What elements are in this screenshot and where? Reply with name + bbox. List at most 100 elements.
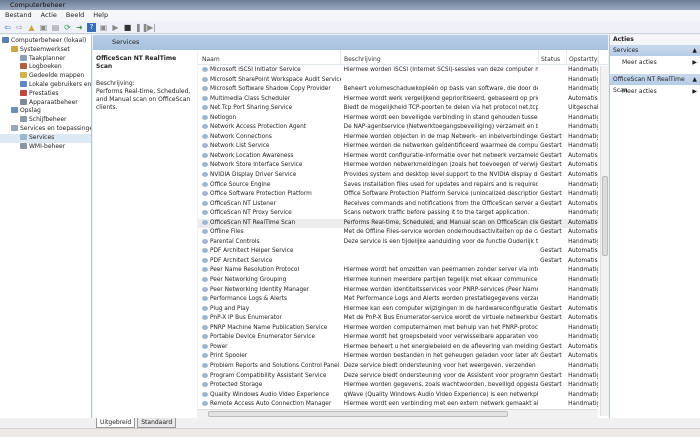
service-row[interactable]: Microsoft iSCSI Initiator Service Hiermee…: [198, 66, 598, 76]
service-row[interactable]: Print Spooler Hiermee worden bestanden in…: [198, 352, 598, 362]
tree-item[interactable]: Prestaties: [0, 89, 91, 99]
service-row[interactable]: Power Hiermee beheert u het energiebeleid…: [198, 343, 598, 353]
tree-item[interactable]: WMI-beheer: [0, 142, 91, 152]
actions-section-services[interactable]: Services ▲: [610, 45, 700, 56]
column-header-opstarttype[interactable]: Opstarttype: [567, 50, 599, 64]
tree-item[interactable]: Opslag: [0, 107, 91, 116]
service-startup-type: Automatisch: [568, 200, 598, 207]
tree-item[interactable]: Services: [0, 133, 91, 143]
service-row[interactable]: Peer Networking Grouping Hiermee kunnen m…: [198, 276, 598, 286]
service-startup-type: Handmatig: [568, 133, 598, 140]
service-name: Performance Logs & Alerts: [198, 295, 341, 305]
tree-item[interactable]: Apparaatbeheer: [0, 98, 91, 108]
service-name: OfficeScan NT RealTime Scan: [198, 219, 341, 229]
service-description: Hiermee worden de netwerken geïdentifice…: [343, 143, 539, 150]
tree-item[interactable]: Computerbeheer (lokaal): [0, 37, 91, 46]
service-row[interactable]: OfficeScan NT Proxy Service Scans network…: [198, 209, 598, 219]
service-row[interactable]: Quality Windows Audio Video Experience qW…: [198, 391, 598, 401]
back-icon[interactable]: ⇦: [3, 23, 12, 32]
service-row[interactable]: Network List Service Hiermee worden de ne…: [198, 142, 598, 152]
service-name: Peer Networking Grouping: [198, 276, 341, 286]
service-row[interactable]: Plug and Play Hiermee kan een computer wi…: [198, 305, 598, 315]
service-row[interactable]: OfficeScan NT Listener Receives commands …: [198, 200, 598, 210]
service-row[interactable]: Office Software Protection Platform Offic…: [198, 190, 598, 200]
service-name: OfficeScan NT Listener: [198, 200, 341, 210]
meer-acties-service[interactable]: Meer acties ▶: [610, 85, 700, 98]
service-row[interactable]: PDF Architect Service Gestart Automatisch: [198, 257, 598, 267]
tree-node-icon: [20, 54, 27, 61]
service-row[interactable]: Network Store Interface Service Hiermee w…: [198, 161, 598, 171]
service-row[interactable]: Protected Storage Hiermee worden gegevens…: [198, 381, 598, 391]
tree-item[interactable]: Logboeken: [0, 63, 91, 72]
actions-section-selected-service[interactable]: OfficeScan NT RealTime Scan ▲: [610, 74, 700, 94]
service-row[interactable]: Netlogon Hiermee wordt een beveiligde ver…: [198, 114, 598, 124]
tab-standaard[interactable]: Standaard: [137, 418, 177, 428]
service-row[interactable]: Network Access Protection Agent De NAP-ag…: [198, 123, 598, 133]
service-startup-type: Automatisch: [568, 95, 598, 102]
vertical-scrollbar[interactable]: [600, 66, 608, 416]
menu-actie[interactable]: Actie: [41, 10, 57, 21]
service-row[interactable]: Network Connections Hiermee worden object…: [198, 133, 598, 143]
scrollbar-thumb[interactable]: [602, 176, 608, 256]
service-row[interactable]: Program Compatibility Assistant Service D…: [198, 372, 598, 382]
service-row[interactable]: PNRP Machine Name Publication Service Hie…: [198, 324, 598, 334]
stop-service-icon[interactable]: ■: [123, 23, 132, 32]
menu-help[interactable]: Help: [93, 10, 108, 21]
tab-uitgebreid[interactable]: Uitgebreid: [96, 418, 136, 428]
tree-item[interactable]: Services en toepassingen: [0, 124, 91, 134]
service-name: Office Source Engine: [198, 181, 341, 191]
service-name: Quality Windows Audio Video Experience: [198, 391, 341, 401]
service-row[interactable]: Offline Files Met de Offline Files-servic…: [198, 228, 598, 238]
tree-item[interactable]: Taakplanner: [0, 54, 91, 64]
export-icon[interactable]: ➜: [75, 23, 84, 32]
service-row[interactable]: Office Source Engine Saves installation f…: [198, 181, 598, 191]
tree-item[interactable]: Gedeelde mappen: [0, 72, 91, 81]
column-header-beschrijving[interactable]: Beschrijving: [341, 50, 539, 64]
restart-service-icon[interactable]: ▶|: [147, 23, 156, 32]
collapse-icon[interactable]: ▲: [692, 74, 697, 85]
menu-beeld[interactable]: Beeld: [66, 10, 84, 21]
service-row[interactable]: Parental Controls Deze service is een tij…: [198, 238, 598, 248]
help-icon[interactable]: ?: [87, 22, 96, 32]
service-row[interactable]: Network Location Awareness Hiermee wordt …: [198, 152, 598, 162]
service-description: Biedt de mogelijkheid TCP-poorten te del…: [343, 105, 539, 112]
service-row[interactable]: Portable Device Enumerator Service Hierme…: [198, 333, 598, 343]
show-action-pane-icon[interactable]: ▣: [99, 23, 108, 32]
column-header-status[interactable]: Status: [539, 50, 567, 64]
refresh-icon[interactable]: ⟳: [63, 23, 72, 32]
meer-acties-services[interactable]: Meer acties ▶: [610, 56, 700, 69]
tree-item[interactable]: Systeemwerkset: [0, 45, 91, 55]
forward-icon[interactable]: ⇨: [15, 23, 24, 32]
service-row[interactable]: PnP-X IP Bus Enumerator Met de PnP-X Bus …: [198, 314, 598, 324]
horizontal-scrollbar[interactable]: [198, 409, 598, 418]
collapse-icon[interactable]: ▲: [692, 45, 697, 56]
tree-item[interactable]: Lokale gebruikers en groepen: [0, 80, 91, 90]
service-row[interactable]: Problem Reports and Solutions Control Pa…: [198, 362, 598, 372]
menu-bestand[interactable]: Bestand: [5, 10, 32, 21]
pause-service-icon[interactable]: ❚❚: [135, 23, 148, 32]
show-hide-tree-icon[interactable]: ▣: [39, 23, 48, 32]
service-row[interactable]: Microsoft Software Shadow Copy Provider B…: [198, 85, 598, 95]
service-row[interactable]: Peer Name Resolution Protocol Hiermee wor…: [198, 266, 598, 276]
start-service-icon[interactable]: ▶: [111, 23, 120, 32]
service-description: Hiermee wordt configuratie-informatie ov…: [343, 152, 539, 159]
service-row[interactable]: Performance Logs & Alerts Met Performance…: [198, 295, 598, 305]
service-name: Problem Reports and Solutions Control Pa…: [198, 362, 341, 372]
service-row[interactable]: Net.Tcp Port Sharing Service Biedt de mog…: [198, 104, 598, 114]
service-row[interactable]: Peer Networking Identity Manager Hiermee …: [198, 286, 598, 296]
service-description: Hiermee worden bestanden in het geheugen…: [343, 353, 539, 360]
tree-item[interactable]: Schijfbeheer: [0, 116, 91, 125]
service-row[interactable]: NVIDIA Display Driver Service Provides sy…: [198, 171, 598, 181]
service-row[interactable]: OfficeScan NT RealTime Scan Performs Real…: [198, 218, 598, 229]
service-startup-type: Automatisch: [568, 315, 598, 322]
service-description: Hiermee kan een computer wijzigingen in …: [343, 305, 539, 312]
service-name: PDF Architect Helper Service: [198, 247, 341, 257]
column-header-naam[interactable]: Naam: [198, 50, 341, 64]
up-folder-icon[interactable]: ▲: [27, 23, 36, 32]
service-row[interactable]: PDF Architect Helper Service Gestart Autom…: [198, 247, 598, 257]
scrollbar-thumb[interactable]: [208, 411, 508, 417]
service-row[interactable]: Multimedia Class Scheduler Hiermee wordt …: [198, 95, 598, 105]
properties-icon[interactable]: ▤: [51, 23, 60, 32]
service-row[interactable]: Microsoft SharePoint Workspace Audit Ser…: [198, 76, 598, 86]
service-startup-type: Automatisch: [568, 172, 598, 179]
